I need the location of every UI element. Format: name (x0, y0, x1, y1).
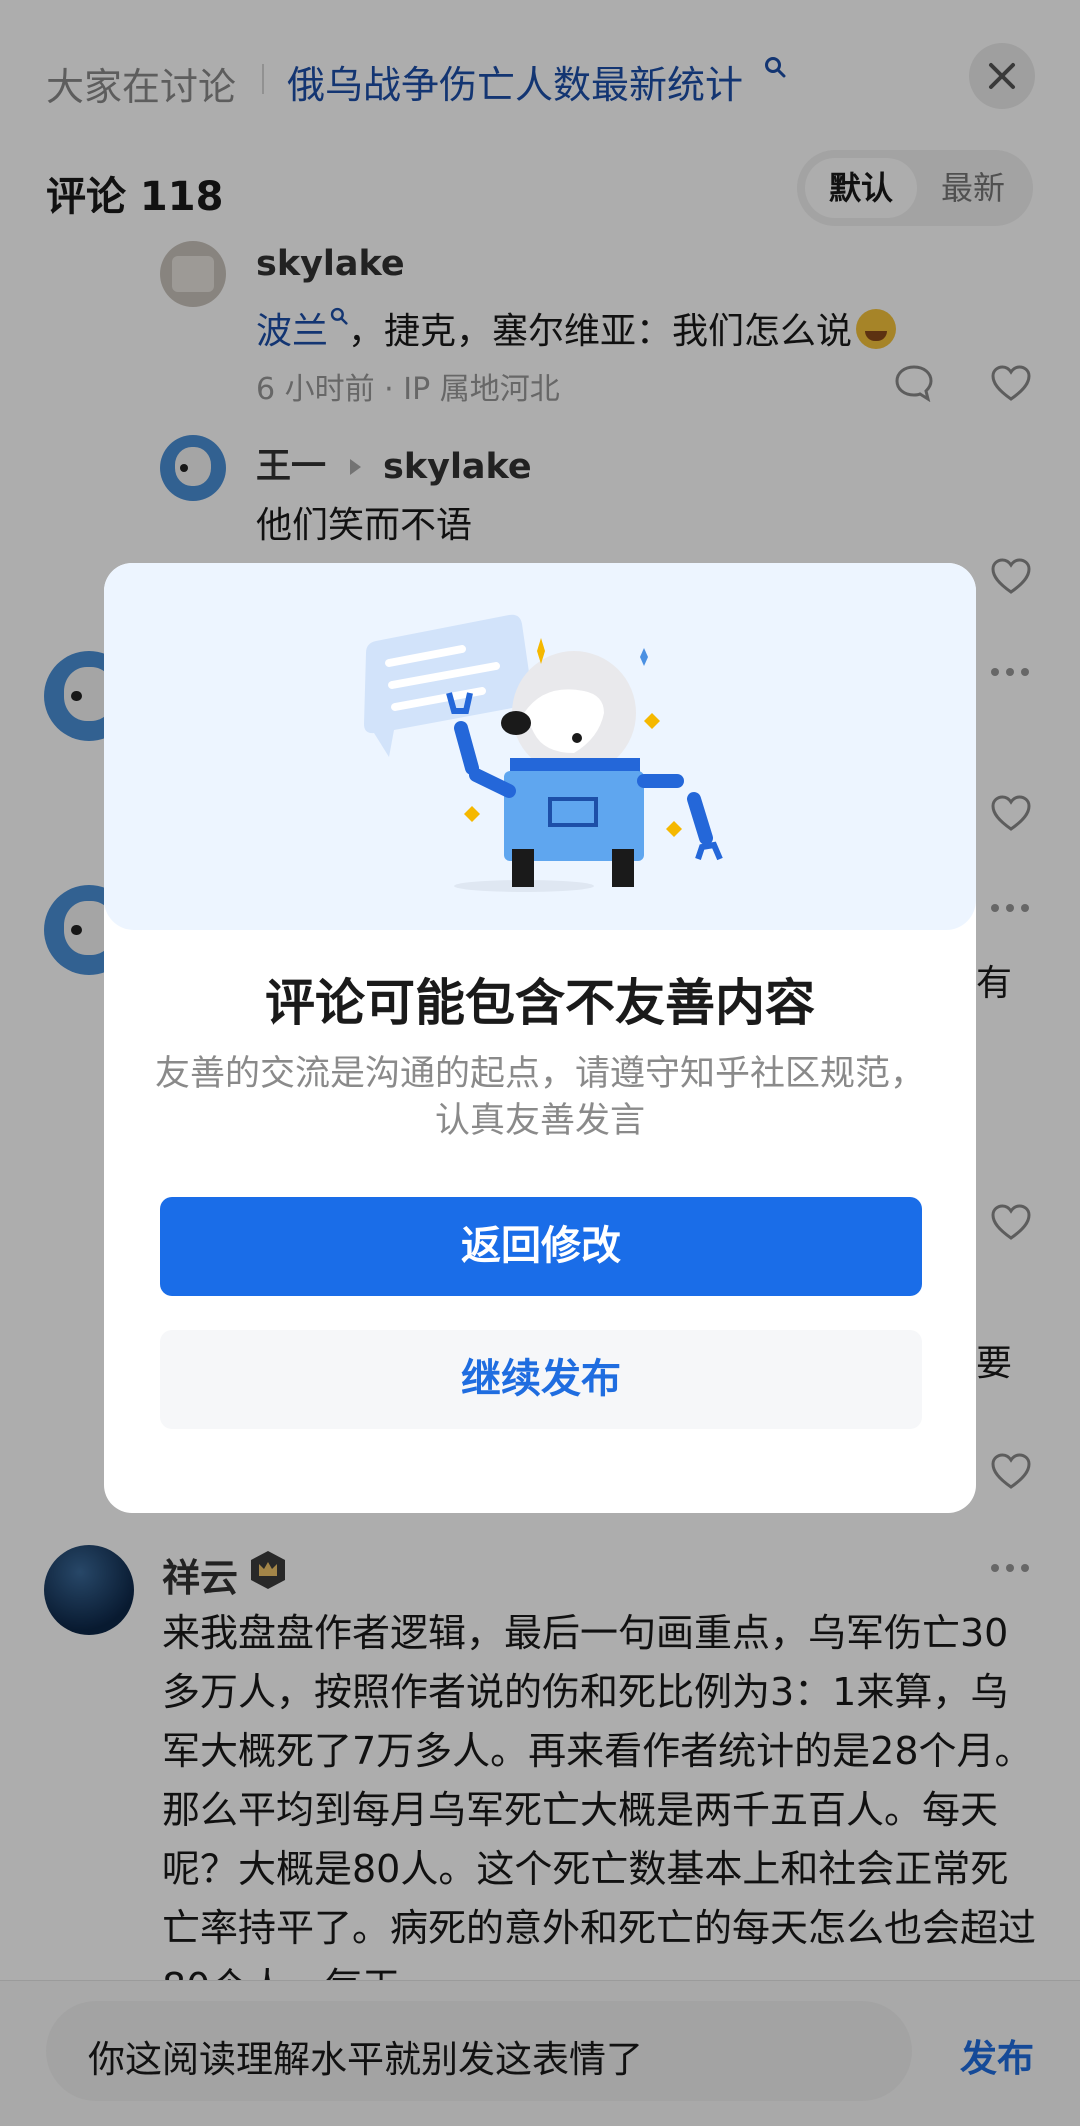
dialog-description: 友善的交流是沟通的起点，请遵守知乎社区规范，认真友善发言 (154, 1054, 925, 1141)
back-to-edit-button[interactable]: 返回修改 (160, 1197, 922, 1296)
dialog-hero (104, 563, 976, 930)
robot-dog-mascot-illustration (364, 614, 723, 892)
continue-publish-button[interactable]: 继续发布 (160, 1330, 922, 1429)
unfriendly-content-dialog: 评论可能包含不友善内容 友善的交流是沟通的起点，请遵守知乎社区规范，认真友善发言… (104, 563, 976, 1513)
dialog-title: 评论可能包含不友善内容 (265, 974, 815, 1032)
